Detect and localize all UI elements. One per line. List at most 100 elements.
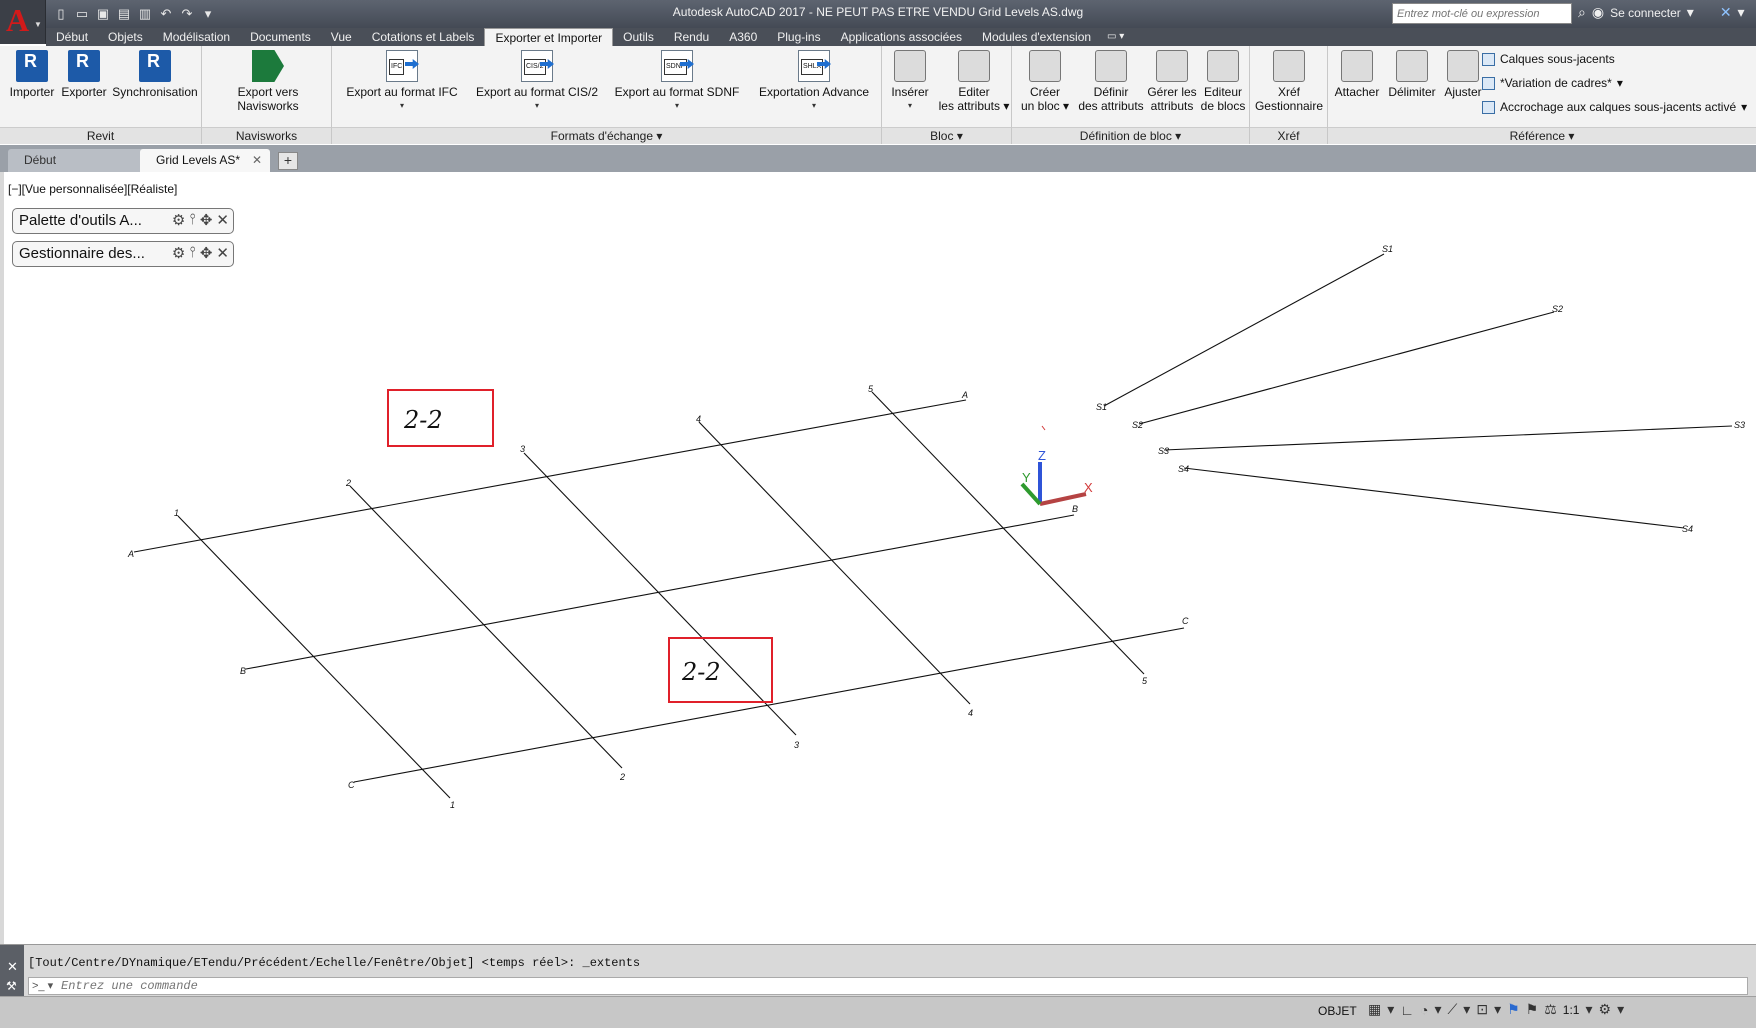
- chevron-down-icon[interactable]: ▾: [1585, 1001, 1592, 1018]
- editer-attributs-button[interactable]: Editer les attributs ▾: [938, 50, 1010, 113]
- polar-icon[interactable]: ◔: [1420, 1002, 1428, 1018]
- wrench-icon[interactable]: ⚒: [6, 979, 17, 993]
- exchange-icon[interactable]: ✕: [1720, 4, 1732, 21]
- sign-in-link[interactable]: Se connecter: [1610, 6, 1681, 20]
- close-icon[interactable]: ✕: [216, 211, 229, 229]
- tab-modules[interactable]: Modules d'extension: [972, 28, 1101, 46]
- tab-debut[interactable]: Début: [46, 28, 98, 46]
- search-input[interactable]: [1392, 3, 1572, 24]
- export-ifc-button[interactable]: IFC Export au format IFC ▾: [342, 50, 462, 113]
- open-file-icon[interactable]: ▭: [73, 5, 91, 23]
- panel-title-reference[interactable]: Référence ▾: [1328, 127, 1756, 144]
- model-space-toggle[interactable]: OBJET: [1318, 1004, 1357, 1018]
- annotation-visibility-icon[interactable]: ⚑: [1507, 1001, 1520, 1018]
- annotation-scale[interactable]: 1:1: [1563, 1003, 1580, 1017]
- tab-a360[interactable]: A360: [719, 28, 767, 46]
- command-input[interactable]: [61, 978, 1741, 994]
- tab-plugins[interactable]: Plug-ins: [767, 28, 830, 46]
- tab-cotations[interactable]: Cotations et Labels: [362, 28, 485, 46]
- doc-tab-current[interactable]: Grid Levels AS* ✕: [140, 149, 270, 172]
- doc-tab-debut[interactable]: Début: [8, 149, 148, 172]
- object-snap-tracking-icon[interactable]: ⟋: [1447, 1001, 1457, 1018]
- export-navisworks-button[interactable]: Export vers Navisworks: [206, 50, 330, 113]
- command-input-box[interactable]: >_ ▾: [28, 977, 1748, 995]
- binoculars-icon[interactable]: ⌕: [1578, 4, 1586, 21]
- delimiter-button[interactable]: Délimiter: [1384, 50, 1440, 99]
- drawing-canvas[interactable]: 1 1 2 2 3 3 4 4 5 5 A A B B C C S1 S1 S2…: [4, 172, 1756, 944]
- chevron-down-icon[interactable]: ▾: [1494, 1001, 1501, 1018]
- tab-exporter-importer[interactable]: Exporter et Importer: [484, 28, 614, 46]
- pin-icon[interactable]: ⫯: [189, 244, 196, 262]
- grid-line-4: [698, 421, 971, 705]
- attacher-button[interactable]: Attacher: [1330, 50, 1384, 99]
- close-icon[interactable]: ✕: [216, 244, 229, 262]
- move-icon[interactable]: ✥: [200, 211, 213, 229]
- tool-palette-panel[interactable]: Palette d'outils A... ⚙ ⫯ ✥ ✕: [12, 208, 234, 234]
- accrochage-dropdown[interactable]: Accrochage aux calques sous-jacents acti…: [1482, 100, 1747, 114]
- drawing-viewport[interactable]: 1 1 2 2 3 3 4 4 5 5 A A B B C C S1 S1 S2…: [0, 172, 1756, 944]
- inserer-button[interactable]: Insérer ▾: [886, 50, 934, 113]
- gear-icon[interactable]: ⚙: [1599, 1001, 1612, 1018]
- panel-definition: Créer un bloc ▾ Définir des attributs Gé…: [1012, 46, 1250, 144]
- command-prompt-icon[interactable]: >_ ▾: [32, 979, 53, 992]
- new-file-icon[interactable]: ▯: [52, 5, 70, 23]
- pin-icon[interactable]: ⫯: [189, 211, 196, 229]
- save-as-icon[interactable]: ▤: [115, 5, 133, 23]
- new-tab-button[interactable]: +: [278, 152, 298, 170]
- tab-documents[interactable]: Documents: [240, 28, 321, 46]
- user-icon[interactable]: ◉: [1592, 4, 1604, 21]
- variation-cadres-dropdown[interactable]: *Variation de cadres* ▾: [1482, 76, 1623, 90]
- chevron-down-icon[interactable]: ▾: [1617, 1001, 1624, 1018]
- chevron-down-icon[interactable]: ▾: [1434, 1001, 1441, 1018]
- exporter-button[interactable]: Exporter: [60, 50, 108, 99]
- tab-outils[interactable]: Outils: [613, 28, 664, 46]
- export-advance-button[interactable]: SHLX Exportation Advance ▾: [752, 50, 876, 113]
- command-line-handle[interactable]: ✕ ⚒: [0, 945, 24, 997]
- save-icon[interactable]: ▣: [94, 5, 112, 23]
- undo-icon[interactable]: ↶: [157, 5, 175, 23]
- redo-icon[interactable]: ↷: [178, 5, 196, 23]
- ribbon-options-icon[interactable]: ▭ ▾: [1101, 28, 1130, 46]
- chevron-down-icon[interactable]: ▾: [1463, 1001, 1470, 1018]
- ajuster-button[interactable]: Ajuster: [1440, 50, 1486, 99]
- synchronisation-button[interactable]: Synchronisation: [110, 50, 200, 99]
- importer-button[interactable]: Importer: [8, 50, 56, 99]
- gear-icon[interactable]: ⚙: [172, 244, 185, 262]
- close-icon[interactable]: ✕: [7, 959, 18, 975]
- auto-scale-icon[interactable]: ⚑: [1526, 1001, 1539, 1018]
- object-snap-icon[interactable]: ⊡: [1476, 1001, 1488, 1018]
- creer-bloc-button[interactable]: Créer un bloc ▾: [1020, 50, 1070, 113]
- editeur-blocs-button[interactable]: Editeur de blocs: [1198, 50, 1248, 113]
- xref-manager-button[interactable]: Xréf Gestionnaire: [1252, 50, 1326, 113]
- attach-icon: [1341, 50, 1373, 82]
- definir-attributs-button[interactable]: Définir des attributs: [1076, 50, 1146, 113]
- chevron-down-icon[interactable]: ▾: [1387, 1001, 1394, 1018]
- panel-title-definition[interactable]: Définition de bloc ▾: [1012, 127, 1249, 144]
- viewport-controls[interactable]: [−][Vue personnalisée][Réaliste]: [8, 182, 177, 196]
- close-icon[interactable]: ✕: [252, 149, 262, 171]
- tab-applications[interactable]: Applications associées: [831, 28, 972, 46]
- tab-modelisation[interactable]: Modélisation: [153, 28, 240, 46]
- gear-icon[interactable]: ⚙: [172, 211, 185, 229]
- chevron-down-icon[interactable]: ▾: [1687, 4, 1694, 21]
- help-icon[interactable]: ▾: [1738, 4, 1745, 21]
- panel-title-bloc[interactable]: Bloc ▾: [882, 127, 1011, 144]
- print-icon[interactable]: ▥: [136, 5, 154, 23]
- calques-sous-jacents-button[interactable]: Calques sous-jacents: [1482, 52, 1615, 66]
- editer-label-1: Editer: [958, 85, 990, 99]
- ortho-icon[interactable]: ∟: [1400, 1002, 1414, 1018]
- gerer-attributs-button[interactable]: Gérer les attributs: [1146, 50, 1198, 113]
- export-sdnf-button[interactable]: SDNF Export au format SDNF ▾: [612, 50, 742, 113]
- customize-qat-icon[interactable]: ▾: [199, 5, 217, 23]
- manager-palette-panel[interactable]: Gestionnaire des... ⚙ ⫯ ✥ ✕: [12, 241, 234, 267]
- scale-icon[interactable]: ⚖: [1544, 1001, 1557, 1018]
- tab-objets[interactable]: Objets: [98, 28, 153, 46]
- ajuster-label: Ajuster: [1444, 85, 1482, 99]
- grid-icon[interactable]: ▦: [1368, 1001, 1381, 1018]
- export-cis2-button[interactable]: CIS/2 Export au format CIS/2 ▾: [472, 50, 602, 113]
- move-icon[interactable]: ✥: [200, 244, 213, 262]
- tab-rendu[interactable]: Rendu: [664, 28, 719, 46]
- tab-vue[interactable]: Vue: [321, 28, 362, 46]
- application-menu-button[interactable]: A ▼: [0, 0, 46, 44]
- panel-title-formats[interactable]: Formats d'échange ▾: [332, 127, 881, 144]
